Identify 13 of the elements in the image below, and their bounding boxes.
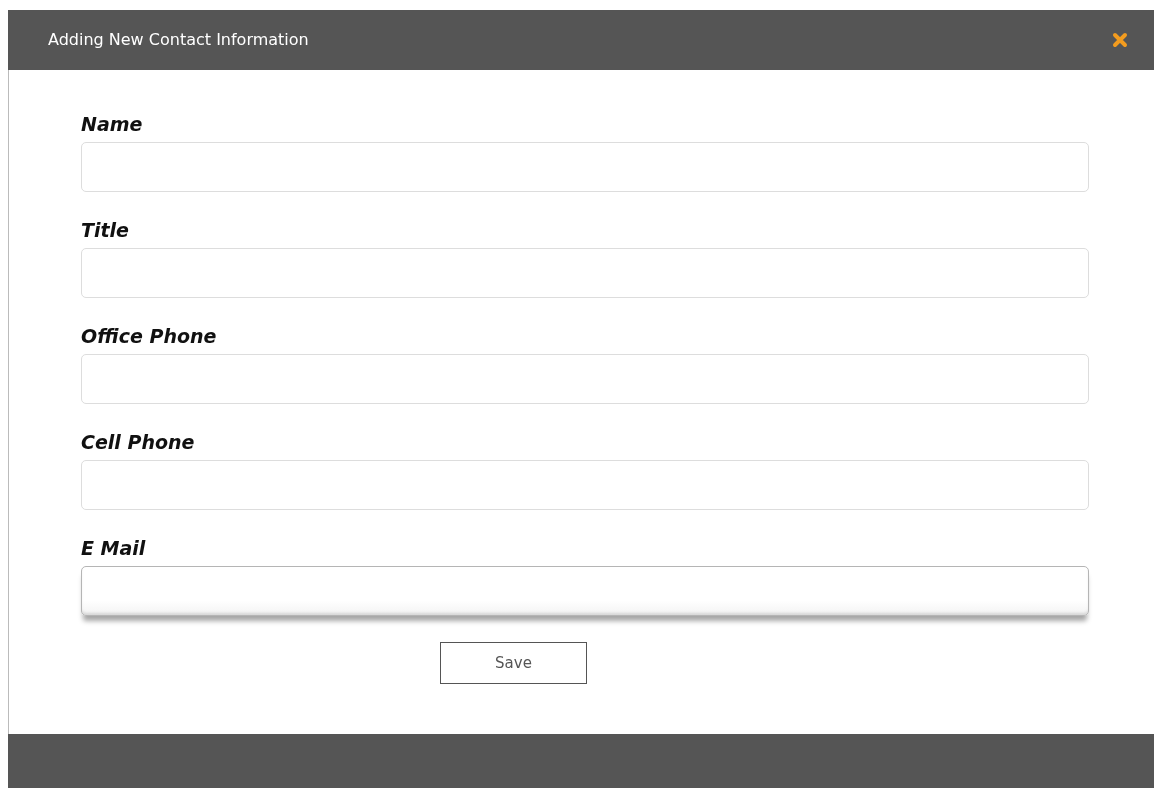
- input-field[interactable]: [81, 566, 1089, 616]
- dialog-title: Adding New Contact Information: [48, 29, 309, 51]
- input-field[interactable]: [81, 354, 1089, 404]
- field-label: Office Phone: [81, 324, 218, 349]
- field-label: Title: [81, 218, 130, 243]
- field-label: E Mail: [81, 536, 147, 561]
- field-label: Name: [81, 112, 144, 137]
- input-field[interactable]: [81, 460, 1089, 510]
- save-button[interactable]: Save: [440, 642, 587, 684]
- input-field[interactable]: [81, 142, 1089, 192]
- field-label: Cell Phone: [81, 430, 196, 455]
- input-field[interactable]: [81, 248, 1089, 298]
- close-icon[interactable]: [1112, 32, 1128, 48]
